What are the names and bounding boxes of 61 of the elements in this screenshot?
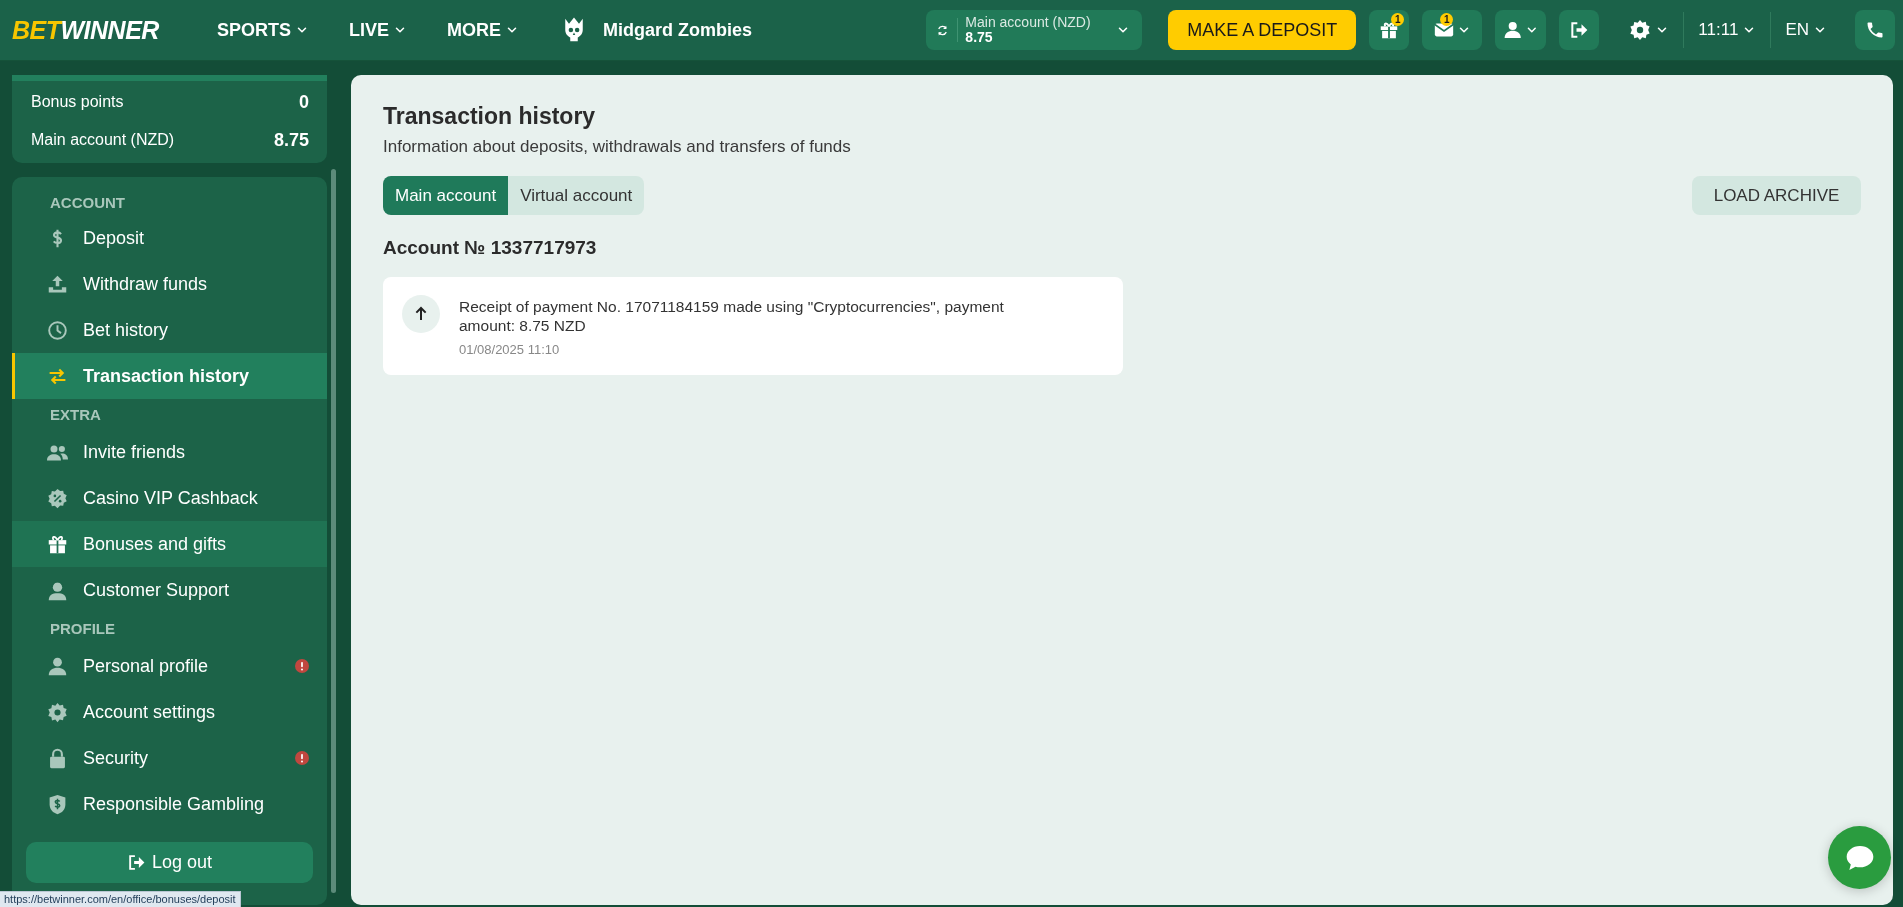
menu-item[interactable]: Invite friends	[12, 429, 327, 475]
page-title: Transaction history	[383, 103, 597, 129]
logout-icon	[1569, 20, 1590, 40]
shield-dollar-icon	[47, 793, 68, 815]
settings-icon	[47, 701, 68, 723]
clock-icon	[47, 319, 68, 341]
transaction-description: Receipt of payment No. 17071184159 made using "Cryptocurrencies", payment amount: 8.75 NZD	[459, 297, 1005, 335]
time-selector[interactable]: 11:11	[1690, 10, 1765, 50]
profile-button[interactable]	[1495, 10, 1547, 50]
logout-button[interactable]	[1559, 10, 1600, 50]
page-subtitle: Information about deposits, withdrawals and transfers of funds	[383, 137, 852, 157]
messages-button[interactable]: 1	[1422, 10, 1483, 50]
menu-item[interactable]: Responsible Gambling	[12, 781, 327, 827]
upload-icon	[47, 273, 68, 295]
notification-badge: 1	[1440, 13, 1454, 26]
menu-item[interactable]: Bonuses and gifts	[12, 521, 327, 567]
nav-menu-button[interactable]: SPORTS	[216, 13, 309, 47]
menu-item[interactable]: Bet history	[12, 307, 327, 353]
user-icon	[1503, 20, 1523, 40]
balance-label: Main account (NZD)	[31, 131, 175, 149]
gift-icon	[47, 533, 68, 555]
balance-value: 0	[299, 91, 309, 113]
menu-item[interactable]: Personal profile	[12, 643, 327, 689]
gift-button[interactable]: 1	[1369, 10, 1410, 50]
phone-icon	[1865, 20, 1885, 40]
language-selector[interactable]: EN	[1777, 10, 1835, 50]
account-tab[interactable]: Main account	[383, 176, 509, 215]
menu-item[interactable]: Deposit	[12, 215, 327, 261]
nav-menu-button[interactable]: LIVE	[348, 13, 407, 47]
refresh-icon	[936, 23, 950, 37]
menu-section-title: PROFILE	[49, 618, 116, 639]
menu-item[interactable]: Account settings	[12, 689, 327, 735]
logout-button[interactable]: Log out	[26, 842, 313, 883]
logout-icon	[126, 853, 146, 872]
account-selector[interactable]: Main account (NZD) 8.75	[926, 10, 1143, 50]
balance-label: Bonus points	[31, 93, 124, 111]
phone-button[interactable]	[1855, 10, 1895, 50]
menu-item[interactable]: Customer Support	[12, 567, 327, 613]
account-number: Account № 1337717973	[383, 237, 598, 259]
menu-item[interactable]: Withdraw funds	[12, 261, 327, 307]
menu-item[interactable]: Transaction history	[12, 353, 327, 399]
status-bar-url: https://betwinner.com/en/office/bonuses/deposit	[0, 891, 241, 907]
brand-logo[interactable]: BETWINNER	[12, 15, 159, 45]
arrow-up-icon	[402, 295, 440, 333]
menu-section-title: ACCOUNT	[49, 192, 126, 213]
percent-badge-icon	[47, 487, 68, 509]
menu-section-title: EXTRA	[49, 404, 102, 425]
lock-icon	[47, 747, 68, 769]
transaction-date: 01/08/2025 11:10	[459, 342, 561, 357]
balance-value: 8.75	[273, 129, 309, 151]
user-icon	[47, 655, 68, 677]
load-archive-button[interactable]: LOAD ARCHIVE	[1692, 176, 1861, 215]
menu-item[interactable]: Security	[12, 735, 327, 781]
menu-item[interactable]: Casino VIP Cashback	[12, 475, 327, 521]
scrollbar[interactable]	[331, 169, 336, 893]
game-title[interactable]: Midgard Zombies	[602, 19, 752, 41]
settings-icon	[1629, 19, 1652, 41]
deposit-button[interactable]: MAKE A DEPOSIT	[1168, 10, 1357, 50]
account-tab[interactable]: Virtual account	[508, 176, 645, 215]
notification-badge: 1	[1391, 13, 1405, 26]
nav-menu-button[interactable]: MORE	[446, 13, 519, 47]
